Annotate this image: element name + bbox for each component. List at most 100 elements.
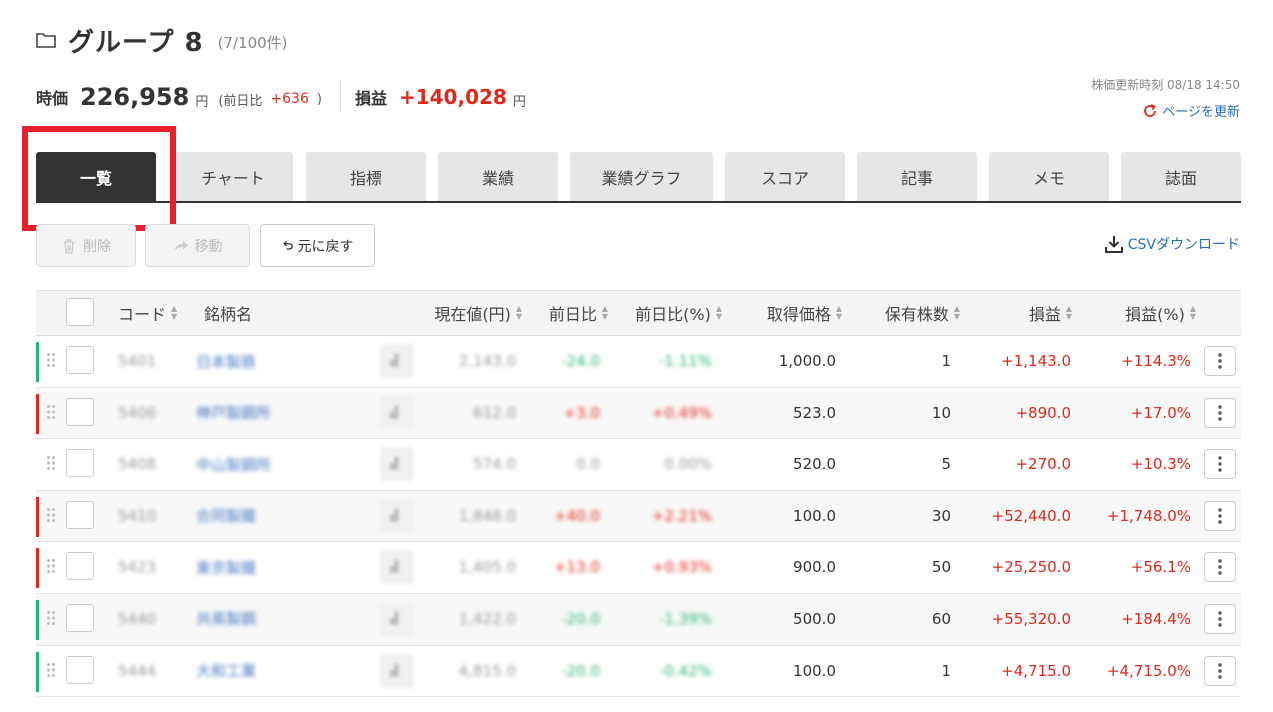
tab-score[interactable]: スコア	[725, 152, 845, 201]
chart-icon-button[interactable]: ▟	[380, 498, 414, 533]
row-menu-button[interactable]	[1204, 346, 1236, 376]
row-menu-button[interactable]	[1204, 552, 1236, 583]
csv-download-label: CSVダウンロード	[1127, 237, 1240, 253]
move-button[interactable]: 移動	[145, 224, 250, 267]
table-row: 5406 神戸製鋼所 ▟ 612.0 +3.0 +0.49% 523.0 10 …	[36, 387, 1241, 440]
column-pnl-pct[interactable]: 損益(%) ▲ ▼	[1086, 291, 1196, 335]
row-checkbox[interactable]	[66, 397, 94, 426]
row-checkbox[interactable]	[66, 500, 94, 529]
chart-icon-button[interactable]: ▟	[380, 447, 414, 482]
column-change-pct-label: 前日比(%)	[635, 305, 711, 324]
chart-icon-button[interactable]: ▟	[380, 550, 414, 585]
table-row: 5440 共英製鋼 ▟ 1,422.0 -20.0 -1.39% 500.0 6…	[36, 593, 1241, 646]
drag-handle-icon[interactable]	[46, 455, 56, 471]
stock-name[interactable]: 東京製鐵	[196, 542, 256, 592]
chart-icon-button[interactable]: ▟	[380, 395, 414, 430]
row-checkbox[interactable]	[66, 346, 94, 374]
share-count: 50	[931, 558, 951, 577]
day-change: -20.0	[561, 609, 600, 628]
drag-handle-icon[interactable]	[46, 507, 56, 523]
refresh-page-link[interactable]: ページを更新	[1091, 101, 1240, 120]
stock-name[interactable]: 中山製鋼所	[196, 439, 271, 489]
pnl-percent: +4,715.0%	[1106, 661, 1191, 680]
drag-handle-icon[interactable]	[46, 404, 56, 420]
row-menu-button[interactable]	[1204, 449, 1236, 480]
row-menu-button[interactable]	[1204, 655, 1236, 686]
row-menu-button[interactable]	[1204, 397, 1236, 428]
table-body: 5401 日本製鉄 ▟ 2,143.0 -24.0 -1.11% 1,000.0…	[36, 336, 1241, 698]
trend-indicator	[36, 445, 39, 485]
tab-list[interactable]: 一覧	[36, 152, 156, 201]
share-count: 1	[941, 661, 951, 680]
pnl-percent: +10.3%	[1130, 455, 1191, 474]
drag-handle-icon[interactable]	[46, 352, 56, 368]
drag-handle-icon[interactable]	[46, 662, 56, 678]
column-change[interactable]: 前日比 ▲ ▼	[526, 291, 608, 335]
kebab-menu-icon	[1218, 404, 1222, 421]
day-change: 0.0	[576, 455, 600, 474]
tab-indicators[interactable]: 指標	[306, 152, 426, 201]
drag-handle-icon[interactable]	[46, 610, 56, 626]
share-count: 10	[931, 403, 951, 422]
chart-icon-button[interactable]: ▟	[380, 653, 414, 688]
tab-results[interactable]: 業績	[438, 152, 558, 201]
day-change-pct: -1.39%	[658, 609, 712, 628]
csv-download-link[interactable]: CSVダウンロード	[1104, 234, 1240, 254]
chart-icon-button[interactable]: ▟	[380, 601, 414, 636]
portfolio-summary: 時価 226,958 円 (前日比 +636 ) 損益 +140,028 円	[36, 80, 526, 114]
tab-magazine[interactable]: 誌面	[1121, 152, 1241, 201]
stock-name[interactable]: 共英製鋼	[196, 594, 256, 644]
stock-code: 5401	[118, 352, 157, 370]
stock-name[interactable]: 日本製鉄	[196, 336, 256, 386]
arrow-right-icon	[174, 240, 188, 250]
column-name-label: 銘柄名	[204, 305, 253, 324]
table-header: コード ▲ ▼ 銘柄名 現在値(円) ▲ ▼ 前日比 ▲ ▼ 前日比(%) ▲ ▼ 取得価格 ▲ ▼…	[36, 290, 1241, 336]
share-count: 5	[941, 455, 951, 474]
day-change-pct: -1.11%	[658, 352, 712, 370]
table-row: 5444 大和工業 ▟ 4,815.0 -20.0 -0.42% 100.0 1…	[36, 645, 1241, 698]
tab-results-graph[interactable]: 業績グラフ	[570, 152, 713, 201]
day-change: +13.0	[554, 558, 600, 577]
tab-chart[interactable]: チャート	[173, 152, 293, 201]
sort-icon: ▲ ▼	[953, 304, 960, 321]
delete-button[interactable]: 削除	[36, 224, 136, 267]
tab-memo[interactable]: メモ	[989, 152, 1109, 201]
column-change-pct[interactable]: 前日比(%) ▲ ▼	[616, 291, 722, 335]
chart-icon-button[interactable]: ▟	[380, 344, 414, 378]
day-change: -24.0	[561, 352, 600, 370]
pnl-percent: +114.3%	[1121, 352, 1191, 370]
row-checkbox[interactable]	[66, 552, 94, 581]
pnl-percent: +17.0%	[1130, 403, 1191, 422]
drag-handle-icon[interactable]	[46, 558, 56, 574]
undo-button[interactable]: 元に戻す	[260, 224, 375, 267]
row-menu-button[interactable]	[1204, 500, 1236, 531]
column-price[interactable]: 現在値(円) ▲ ▼	[396, 291, 522, 335]
current-price: 1,422.0	[458, 609, 516, 628]
pnl-label: 損益	[354, 89, 387, 108]
row-checkbox[interactable]	[66, 603, 94, 632]
column-shares[interactable]: 保有株数 ▲ ▼	[856, 291, 960, 335]
tab-articles[interactable]: 記事	[857, 152, 977, 201]
pnl-amount: +4,715.0	[1001, 661, 1071, 680]
day-change-pct: -0.42%	[658, 661, 712, 680]
column-code[interactable]: コード ▲ ▼	[118, 291, 177, 335]
column-shares-label: 保有株数	[884, 305, 949, 324]
day-change-pct: 0.00%	[664, 455, 712, 474]
stock-code: 5440	[118, 609, 157, 628]
cost-price: 520.0	[793, 455, 836, 474]
row-checkbox[interactable]	[66, 449, 94, 478]
row-checkbox[interactable]	[66, 655, 94, 684]
pnl-percent: +1,748.0%	[1106, 506, 1191, 525]
select-all-checkbox[interactable]	[66, 298, 94, 326]
column-pnl[interactable]: 損益 ▲ ▼	[976, 291, 1072, 335]
pnl-amount: +55,320.0	[991, 609, 1071, 628]
stock-name[interactable]: 合同製鐵	[196, 491, 256, 541]
row-menu-button[interactable]	[1204, 603, 1236, 634]
column-change-label: 前日比	[548, 305, 597, 324]
column-cost[interactable]: 取得価格 ▲ ▼	[736, 291, 842, 335]
stock-name[interactable]: 神戸製鋼所	[196, 388, 271, 438]
stock-name[interactable]: 大和工業	[196, 646, 256, 696]
sort-icon: ▲ ▼	[1065, 304, 1072, 321]
download-icon	[1104, 236, 1123, 253]
trash-icon	[64, 238, 74, 254]
